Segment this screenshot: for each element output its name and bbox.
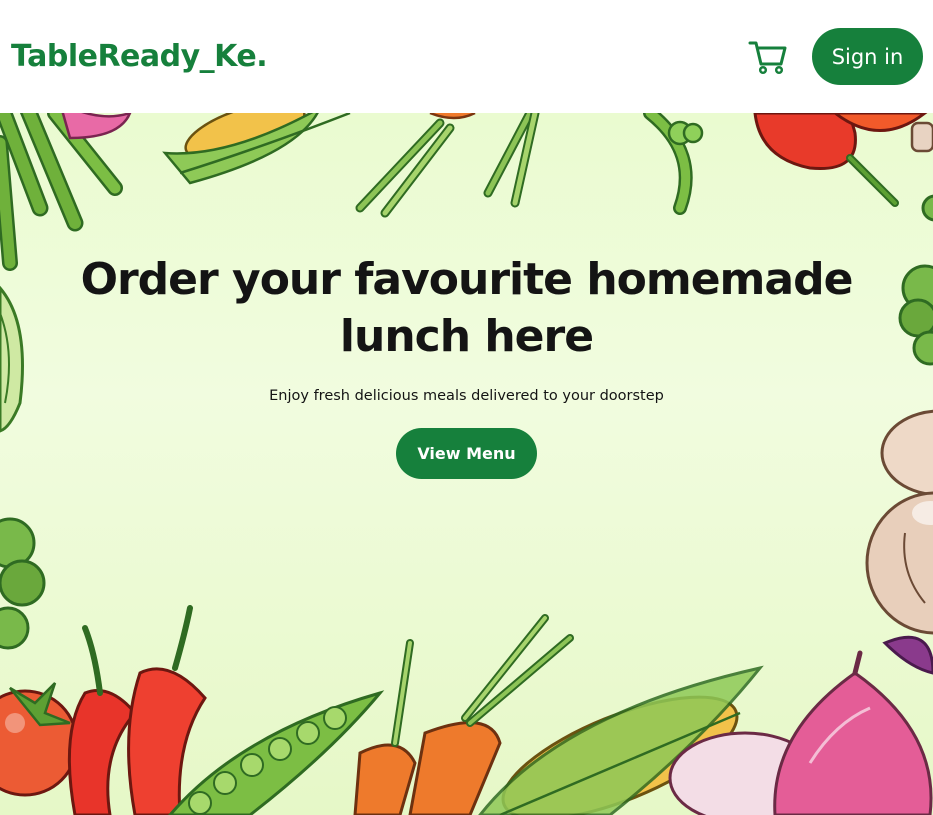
corn-illustration [162, 113, 351, 185]
hero-section: Order your favourite homemade lunch here… [0, 113, 933, 815]
hero-content: Order your favourite homemade lunch here… [0, 251, 933, 479]
broccoli-left-illustration [0, 517, 46, 650]
green-beans-illustration [0, 113, 132, 271]
view-menu-button[interactable]: View Menu [396, 428, 537, 479]
shopping-cart-icon[interactable] [748, 39, 788, 75]
chili-pepper-bottom-illustration [67, 605, 207, 815]
brand-logo[interactable]: TableReady_Ke. [11, 39, 268, 74]
tomato-illustration [0, 682, 79, 797]
top-navbar: TableReady_Ke. Sign in [0, 0, 933, 113]
nav-actions: Sign in [748, 28, 923, 85]
pea-pod-bottom-illustration [168, 690, 385, 815]
sign-in-button[interactable]: Sign in [812, 28, 923, 85]
pea-pod-illustration [643, 113, 704, 215]
chili-pepper-illustration [753, 113, 933, 207]
spring-onion-illustration [355, 113, 540, 218]
hero-title: Order your favourite homemade lunch here [80, 254, 854, 362]
hero-subtitle: Enjoy fresh delicious meals delivered to… [269, 388, 664, 404]
